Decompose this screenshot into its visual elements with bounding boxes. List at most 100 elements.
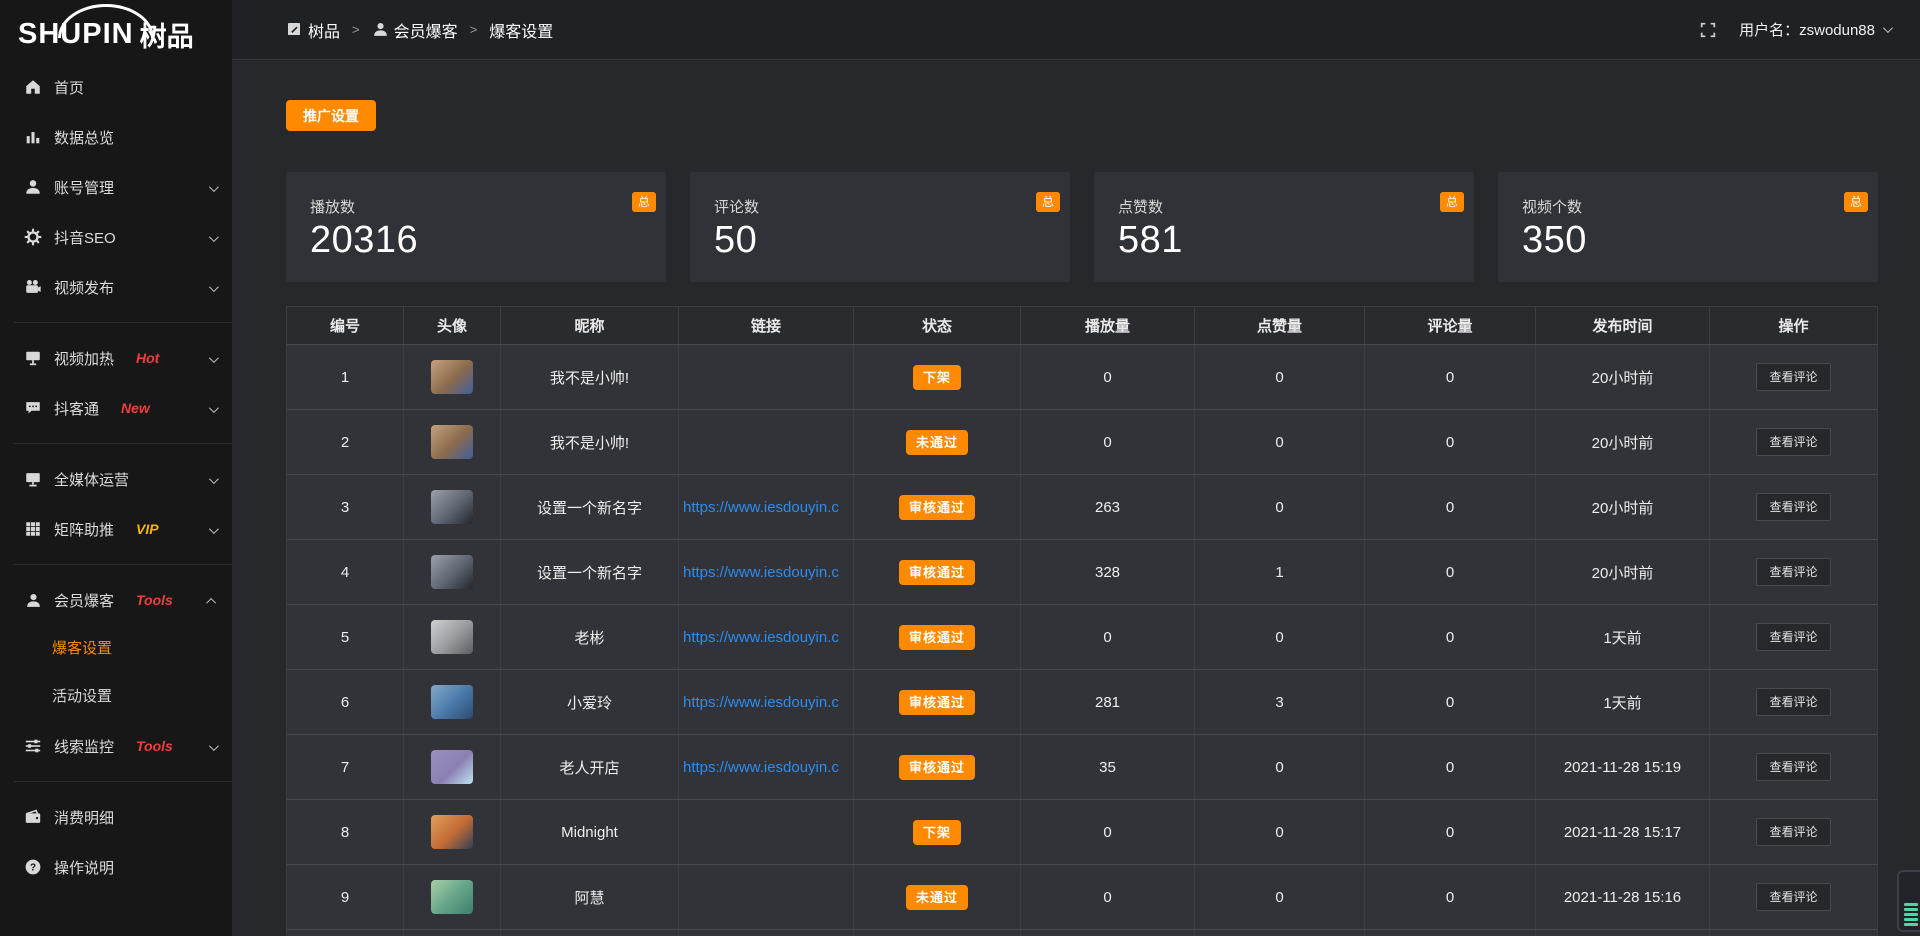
wallet-icon	[24, 808, 42, 826]
video-link[interactable]: https://www.iesdouyin.c	[683, 499, 839, 516]
row-id: 9	[287, 865, 404, 929]
link-cell	[679, 930, 854, 936]
sidebar-item-16[interactable]: ?操作说明	[0, 842, 232, 892]
app-root: SHUPIN 树品 首页数据总览账号管理抖音SEO视频发布视频加热Hot抖客通N…	[0, 0, 1920, 936]
sidebar-item-3[interactable]: 抖音SEO	[0, 212, 232, 262]
sidebar-subitem-1[interactable]: 活动设置	[0, 673, 232, 721]
camera-icon	[24, 278, 42, 296]
breadcrumb-item-1[interactable]: 会员爆客	[372, 18, 458, 42]
sidebar-item-badge: Hot	[136, 350, 159, 366]
avatar	[431, 490, 473, 524]
view-comments-button[interactable]: 查看评论	[1756, 883, 1830, 911]
sidebar-item-4[interactable]: 视频发布	[0, 262, 232, 312]
status-gauge-widget[interactable]	[1897, 870, 1920, 932]
action-cell: 查看评论	[1710, 605, 1877, 669]
publish-time-cell: 20小时前	[1536, 345, 1710, 409]
sidebar-item-label: 抖客通	[54, 398, 99, 419]
status-badge: 审核通过	[899, 755, 975, 780]
breadcrumb-item-0[interactable]: 树品	[286, 18, 340, 42]
column-header-0: 编号	[287, 307, 404, 344]
view-comments-button[interactable]: 查看评论	[1756, 558, 1830, 586]
status-cell: 下架	[854, 800, 1021, 864]
stat-card-label: 播放数	[310, 196, 642, 217]
view-comments-button[interactable]: 查看评论	[1756, 753, 1830, 781]
table-row: 8Midnight下架0002021-11-28 15:17查看评论	[287, 799, 1877, 864]
sidebar-item-7[interactable]: 抖客通New	[0, 383, 232, 433]
likes-cell: 0	[1195, 800, 1365, 864]
avatar	[431, 360, 473, 394]
sidebar-item-label: 数据总览	[54, 127, 114, 148]
video-link[interactable]: https://www.iesdouyin.c	[683, 694, 839, 711]
person-icon	[24, 591, 42, 609]
avatar-cell	[404, 800, 501, 864]
stat-card-value: 581	[1118, 219, 1450, 262]
link-cell: https://www.iesdouyin.c	[679, 475, 854, 539]
sidebar-item-15[interactable]: 消费明细	[0, 792, 232, 842]
likes-cell: 0	[1195, 475, 1365, 539]
sidebar-item-13[interactable]: 线索监控Tools	[0, 721, 232, 771]
plays-cell: 0	[1021, 865, 1195, 929]
topbar-controls: 用户名：zswodun88	[1699, 19, 1890, 40]
stat-card-label: 评论数	[714, 196, 1046, 217]
column-header-1: 头像	[404, 307, 501, 344]
sidebar-item-1[interactable]: 数据总览	[0, 112, 232, 162]
topbar: 树品>会员爆客>爆客设置 用户名：zswodun88	[232, 0, 1920, 60]
view-comments-button[interactable]: 查看评论	[1756, 623, 1830, 651]
sidebar-item-12[interactable]: 会员爆客Tools	[0, 575, 232, 625]
table-row	[287, 929, 1877, 936]
stat-card-0: 播放数总20316	[286, 172, 666, 282]
breadcrumb-item-2: 爆客设置	[489, 18, 553, 42]
sidebar-divider	[14, 322, 232, 323]
view-comments-button[interactable]: 查看评论	[1756, 493, 1830, 521]
column-header-8: 发布时间	[1536, 307, 1710, 344]
column-header-2: 昵称	[501, 307, 679, 344]
comments-cell: 0	[1365, 670, 1536, 734]
chevron-down-icon	[1883, 23, 1893, 33]
avatar-cell	[404, 930, 501, 936]
user-menu[interactable]: 用户名：zswodun88	[1739, 19, 1890, 40]
likes-cell: 0	[1195, 410, 1365, 474]
view-comments-button[interactable]: 查看评论	[1756, 428, 1830, 456]
view-comments-button[interactable]: 查看评论	[1756, 688, 1830, 716]
action-cell: 查看评论	[1710, 735, 1877, 799]
avatar	[431, 685, 473, 719]
sidebar-item-10[interactable]: 矩阵助推VIP	[0, 504, 232, 554]
person-icon	[372, 21, 389, 38]
sidebar-item-label: 全媒体运营	[54, 469, 129, 490]
comments-cell: 0	[1365, 735, 1536, 799]
view-comments-button[interactable]: 查看评论	[1756, 818, 1830, 846]
sliders-icon	[24, 737, 42, 755]
avatar	[431, 425, 473, 459]
avatar	[431, 750, 473, 784]
avatar	[431, 620, 473, 654]
fullscreen-icon[interactable]	[1699, 21, 1717, 39]
dashboard-icon	[286, 21, 303, 38]
sidebar-item-2[interactable]: 账号管理	[0, 162, 232, 212]
status-badge: 未通过	[906, 885, 968, 910]
logo-arc-decoration	[58, 4, 154, 38]
sidebar-item-9[interactable]: 全媒体运营	[0, 454, 232, 504]
sidebar-item-6[interactable]: 视频加热 Hot	[0, 333, 232, 383]
status-badge: 审核通过	[899, 560, 975, 585]
action-cell: 查看评论	[1710, 475, 1877, 539]
likes-cell: 0	[1195, 345, 1365, 409]
sidebar-item-0[interactable]: 首页	[0, 62, 232, 112]
view-comments-button[interactable]: 查看评论	[1756, 363, 1830, 391]
video-link[interactable]: https://www.iesdouyin.c	[683, 564, 839, 581]
promo-settings-button[interactable]: 推广设置	[286, 100, 376, 131]
chevron-up-icon	[209, 592, 216, 609]
table-row: 9阿慧未通过0002021-11-28 15:16查看评论	[287, 864, 1877, 929]
sidebar-item-label: 账号管理	[54, 177, 114, 198]
column-header-7: 评论量	[1365, 307, 1536, 344]
status-cell: 审核通过	[854, 605, 1021, 669]
sidebar-subitem-0[interactable]: 爆客设置	[0, 625, 232, 673]
likes-cell	[1195, 930, 1365, 936]
column-header-4: 状态	[854, 307, 1021, 344]
video-link[interactable]: https://www.iesdouyin.c	[683, 629, 839, 646]
column-header-9: 操作	[1710, 307, 1877, 344]
status-cell: 审核通过	[854, 540, 1021, 604]
video-link[interactable]: https://www.iesdouyin.c	[683, 759, 839, 776]
grid-icon	[24, 520, 42, 538]
sidebar-item-label: 视频加热	[54, 348, 114, 369]
status-cell	[854, 930, 1021, 936]
